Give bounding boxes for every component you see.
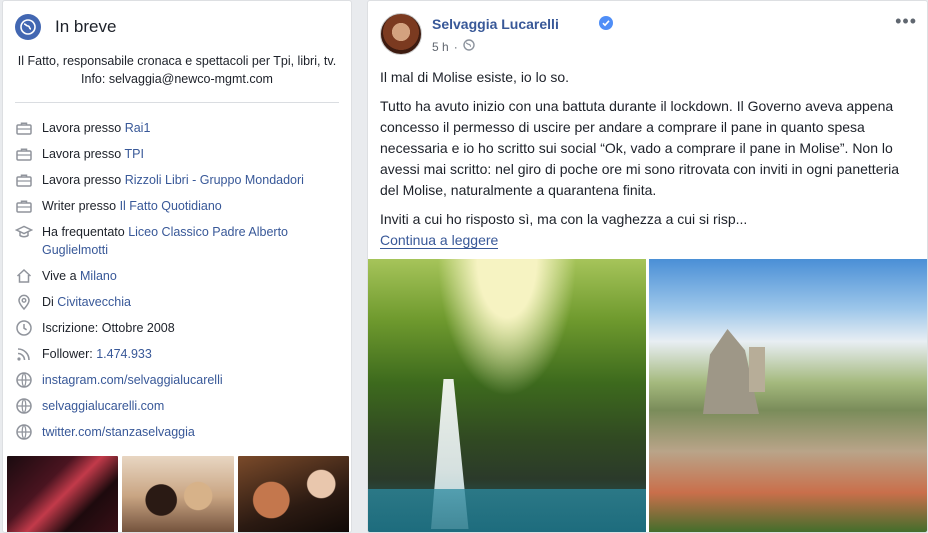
intro-fact-label: Ha frequentato [42, 225, 125, 239]
briefcase-icon [15, 119, 33, 137]
post-author-link[interactable]: Selvaggia Lucarelli [432, 16, 559, 32]
clock-icon [15, 319, 33, 337]
intro-fact-text: Follower: 1.474.933 [42, 345, 345, 363]
intro-fact-item: Ha frequentato Liceo Classico Padre Albe… [15, 223, 345, 259]
featured-photo[interactable] [122, 456, 234, 532]
post-timestamp[interactable]: 5 h [432, 40, 449, 54]
intro-fact-label: Iscrizione: Ottobre 2008 [42, 321, 175, 335]
featured-photo[interactable] [237, 456, 349, 532]
post-photo-village[interactable] [649, 259, 927, 532]
intro-fact-item: Writer presso Il Fatto Quotidiano [15, 197, 345, 215]
intro-header: In breve [15, 14, 116, 40]
post-photo-waterfall[interactable] [368, 259, 646, 532]
intro-fact-label: Lavora presso [42, 173, 122, 187]
intro-fact-label: Lavora presso [42, 121, 122, 135]
location-pin-icon [15, 293, 33, 311]
intro-fact-label: Lavora presso [42, 147, 122, 161]
intro-fact-label: Writer presso [42, 199, 117, 213]
intro-fact-link[interactable]: Rai1 [125, 121, 151, 135]
intro-fact-item: Lavora presso TPI [15, 145, 345, 163]
graduation-cap-icon [15, 223, 33, 241]
briefcase-icon [15, 171, 33, 189]
avatar[interactable] [380, 13, 422, 55]
intro-fact-item: instagram.com/selvaggialucarelli [15, 371, 345, 389]
post-card: Selvaggia Lucarelli 5 h · ••• Il mal di … [367, 0, 928, 533]
intro-fact-link[interactable]: twitter.com/stanzaselvaggia [42, 425, 195, 439]
globe-icon [15, 371, 33, 389]
globe-icon [15, 423, 33, 441]
intro-fact-item: Lavora presso Rai1 [15, 119, 345, 137]
intro-fact-text: Lavora presso Rai1 [42, 119, 345, 137]
intro-fact-item: Iscrizione: Ottobre 2008 [15, 319, 345, 337]
intro-fact-text: selvaggialucarelli.com [42, 397, 345, 415]
intro-bio: Il Fatto, responsabile cronaca e spettac… [17, 54, 337, 86]
post-body: Il mal di Molise esiste, io lo so. Tutto… [380, 67, 915, 251]
intro-fact-text: twitter.com/stanzaselvaggia [42, 423, 345, 441]
public-audience-icon [462, 39, 475, 54]
intro-fact-text: Lavora presso TPI [42, 145, 345, 163]
post-paragraph-text: Inviti a cui ho risposto sì, ma con la v… [380, 211, 748, 227]
meta-separator: · [453, 39, 458, 54]
intro-fact-item: Follower: 1.474.933 [15, 345, 345, 363]
post-meta: 5 h · [432, 39, 475, 54]
post-paragraph: Il mal di Molise esiste, io lo so. [380, 69, 570, 85]
intro-fact-link[interactable]: Rizzoli Libri - Gruppo Mondadori [125, 173, 304, 187]
intro-fact-link[interactable]: Il Fatto Quotidiano [120, 199, 222, 213]
divider [15, 102, 339, 103]
post-paragraph: Tutto ha avuto inizio con una battuta du… [380, 98, 900, 198]
rss-icon [15, 345, 33, 363]
intro-fact-text: Ha frequentato Liceo Classico Padre Albe… [42, 223, 345, 259]
globe-icon [15, 14, 41, 40]
intro-fact-item: Di Civitavecchia [15, 293, 345, 311]
intro-fact-item: selvaggialucarelli.com [15, 397, 345, 415]
intro-fact-label: Vive a [42, 269, 77, 283]
intro-fact-label: Follower: [42, 347, 93, 361]
intro-fact-link[interactable]: Civitavecchia [57, 295, 131, 309]
intro-fact-label: Di [42, 295, 54, 309]
intro-fact-item: Vive a Milano [15, 267, 345, 285]
globe-icon [15, 397, 33, 415]
intro-card: In breve Il Fatto, responsabile cronaca … [2, 0, 352, 533]
intro-fact-text: Di Civitavecchia [42, 293, 345, 311]
intro-fact-item: Lavora presso Rizzoli Libri - Gruppo Mon… [15, 171, 345, 189]
post-options-button[interactable]: ••• [895, 11, 917, 32]
intro-fact-text: instagram.com/selvaggialucarelli [42, 371, 345, 389]
intro-fact-link[interactable]: instagram.com/selvaggialucarelli [42, 373, 223, 387]
briefcase-icon [15, 145, 33, 163]
intro-fact-link[interactable]: TPI [124, 147, 143, 161]
featured-photos [7, 456, 349, 532]
intro-fact-text: Iscrizione: Ottobre 2008 [42, 319, 345, 337]
intro-fact-link[interactable]: Milano [80, 269, 117, 283]
intro-fact-text: Vive a Milano [42, 267, 345, 285]
intro-fact-link[interactable]: selvaggialucarelli.com [42, 399, 164, 413]
post-paragraph: Inviti a cui ho risposto sì, ma con la v… [380, 209, 915, 251]
briefcase-icon [15, 197, 33, 215]
home-icon [15, 267, 33, 285]
featured-photo[interactable] [7, 456, 119, 532]
intro-facts-list: Lavora presso Rai1 Lavora presso TPI Lavor… [15, 119, 345, 449]
intro-fact-link[interactable]: 1.474.933 [96, 347, 152, 361]
continue-reading-link[interactable]: Continua a leggere [380, 232, 499, 249]
intro-fact-text: Lavora presso Rizzoli Libri - Gruppo Mon… [42, 171, 345, 189]
post-images [368, 259, 927, 532]
intro-fact-item: twitter.com/stanzaselvaggia [15, 423, 345, 441]
intro-title: In breve [55, 17, 117, 36]
verified-badge-icon [599, 16, 613, 30]
intro-fact-text: Writer presso Il Fatto Quotidiano [42, 197, 345, 215]
